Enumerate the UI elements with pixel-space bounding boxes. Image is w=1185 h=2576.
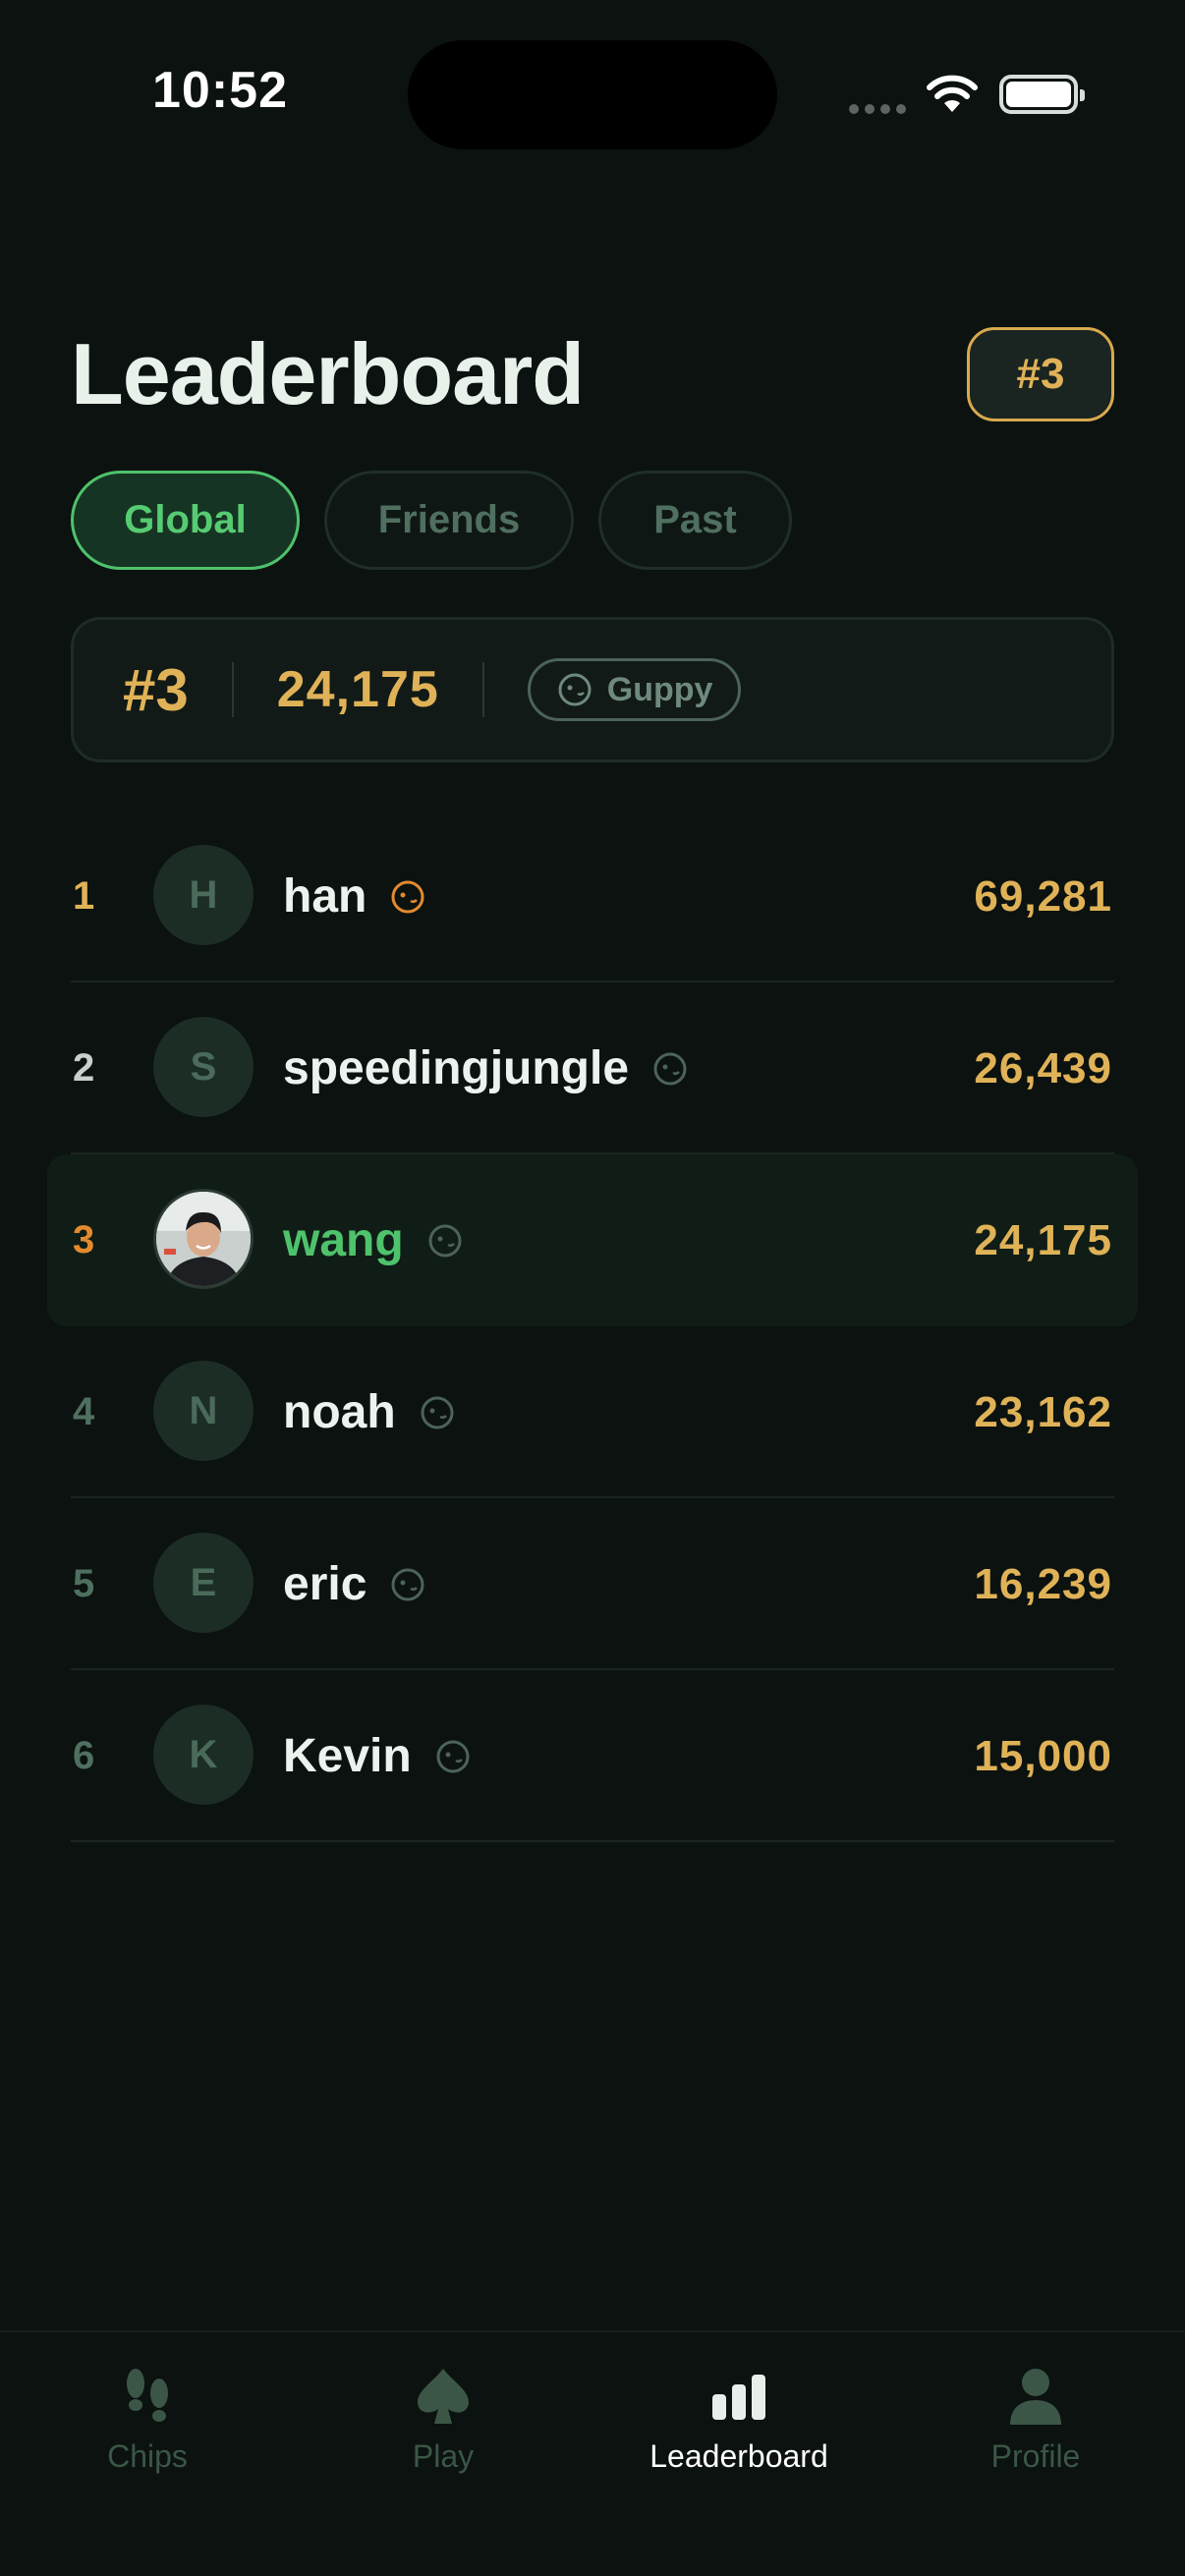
battery-icon bbox=[999, 75, 1085, 114]
divider bbox=[231, 662, 234, 717]
fish-icon bbox=[421, 1396, 454, 1428]
tab-bar-profile[interactable]: Profile bbox=[918, 2362, 1154, 2475]
footprints-icon bbox=[127, 2369, 168, 2422]
row-rank: 1 bbox=[73, 874, 95, 918]
user-photo bbox=[156, 1192, 251, 1286]
player-name: han bbox=[283, 870, 367, 923]
leaderboard-row[interactable]: 5 E eric 16,239 bbox=[71, 1498, 1114, 1670]
summary-score: 24,175 bbox=[276, 661, 439, 718]
tab-bar-label: Profile bbox=[990, 2438, 1081, 2474]
avatar: S bbox=[153, 1017, 254, 1117]
player-name: Kevin bbox=[283, 1730, 412, 1782]
spade-icon bbox=[418, 2369, 469, 2424]
wifi-icon bbox=[927, 75, 978, 112]
summary-rank: #3 bbox=[123, 656, 189, 723]
leaderboard-row[interactable]: 6 K Kevin 15,000 bbox=[71, 1670, 1114, 1842]
leaderboard-tabs: Global Friends Past bbox=[71, 471, 792, 570]
leaderboard-screen: 10:52 Leaderboard #3 Global Friends Past… bbox=[0, 0, 1185, 2576]
tab-global[interactable]: Global bbox=[71, 471, 300, 570]
leaderboard-row[interactable]: 1 H han 69,281 bbox=[71, 811, 1114, 982]
rank-badge[interactable]: #3 bbox=[967, 327, 1114, 421]
fish-icon bbox=[653, 1052, 687, 1085]
divider bbox=[481, 662, 484, 717]
row-rank: 6 bbox=[73, 1734, 95, 1777]
tab-bar-label: Leaderboard bbox=[649, 2438, 828, 2474]
tier-badge[interactable]: Guppy bbox=[527, 658, 742, 721]
row-rank: 4 bbox=[73, 1390, 95, 1433]
bottom-tab-bar: Chips Play Leaderboard Profile bbox=[0, 2330, 1185, 2576]
my-rank-summary-card: #3 24,175 Guppy bbox=[71, 617, 1114, 762]
tab-bar-label: Play bbox=[412, 2438, 475, 2474]
fish-icon bbox=[558, 673, 592, 706]
row-rank: 5 bbox=[73, 1562, 95, 1605]
bar-chart-icon bbox=[712, 2375, 765, 2420]
tier-label: Guppy bbox=[606, 670, 713, 708]
player-score: 69,281 bbox=[974, 871, 1112, 921]
status-time: 10:52 bbox=[152, 62, 288, 119]
fish-icon bbox=[391, 1568, 424, 1600]
tab-bar-chips[interactable]: Chips bbox=[29, 2362, 265, 2475]
tab-bar-leaderboard[interactable]: Leaderboard bbox=[621, 2362, 857, 2475]
avatar: N bbox=[153, 1361, 254, 1461]
player-name: eric bbox=[283, 1558, 367, 1610]
player-name: speedingjungle bbox=[283, 1042, 630, 1094]
avatar: K bbox=[153, 1705, 254, 1805]
avatar: H bbox=[153, 845, 254, 945]
dynamic-island bbox=[408, 40, 777, 149]
tab-friends[interactable]: Friends bbox=[324, 471, 574, 570]
leaderboard-row[interactable]: 2 S speedingjungle 26,439 bbox=[71, 982, 1114, 1154]
player-score: 15,000 bbox=[974, 1731, 1112, 1780]
fish-icon bbox=[391, 880, 424, 913]
player-name: noah bbox=[283, 1386, 396, 1438]
tab-bar-label: Chips bbox=[107, 2438, 188, 2474]
cellular-signal-icon bbox=[849, 104, 906, 114]
leaderboard-row-current-user[interactable]: 3 wang 24,175 bbox=[47, 1154, 1138, 1326]
person-icon bbox=[1010, 2369, 1061, 2425]
player-score: 26,439 bbox=[974, 1043, 1112, 1092]
player-score: 23,162 bbox=[974, 1387, 1112, 1436]
tab-bar-play[interactable]: Play bbox=[325, 2362, 561, 2475]
row-rank: 2 bbox=[73, 1046, 95, 1090]
player-score: 24,175 bbox=[974, 1215, 1112, 1264]
tab-past[interactable]: Past bbox=[598, 471, 792, 570]
player-name: wang bbox=[283, 1214, 404, 1266]
leaderboard-row[interactable]: 4 N noah 23,162 bbox=[71, 1326, 1114, 1498]
fish-icon bbox=[428, 1224, 462, 1257]
page-title: Leaderboard bbox=[71, 325, 585, 422]
row-rank: 3 bbox=[73, 1218, 95, 1261]
avatar bbox=[153, 1189, 254, 1289]
fish-icon bbox=[436, 1740, 470, 1772]
player-score: 16,239 bbox=[974, 1559, 1112, 1608]
avatar: E bbox=[153, 1533, 254, 1633]
